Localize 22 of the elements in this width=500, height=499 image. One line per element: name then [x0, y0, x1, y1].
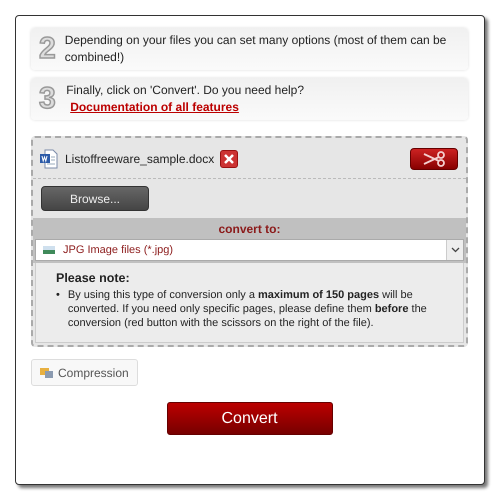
convert-button[interactable]: Convert	[166, 402, 332, 435]
file-name: Listoffreeware_sample.docx	[65, 152, 214, 166]
compression-button[interactable]: Compression	[31, 359, 138, 386]
scissors-button[interactable]	[410, 148, 458, 170]
word-document-icon	[39, 149, 59, 169]
step-text: Depending on your files you can set many options (most of them can be combined!)	[64, 32, 448, 66]
documentation-link[interactable]: Documentation of all features	[70, 100, 239, 114]
browse-button[interactable]: Browse...	[41, 186, 149, 211]
remove-file-button[interactable]	[220, 150, 238, 168]
note-text: By using this type of conversion only a maximum of 150 pages will be converted. If you need only specific pages, please define them before the conversion (red button with the scissors on the right of the file).	[68, 288, 428, 330]
chevron-down-icon	[450, 247, 460, 253]
format-dropdown[interactable]: JPG Image files (*.jpg)	[35, 239, 464, 261]
bullet: •	[56, 288, 60, 303]
compress-icon	[40, 367, 53, 378]
close-icon	[223, 153, 236, 165]
scissors-icon	[421, 151, 447, 167]
step-number: 2	[39, 34, 57, 64]
step-text: Finally, click on 'Convert'. Do you need help? Documentation of all features	[66, 82, 306, 116]
image-file-icon	[43, 246, 55, 254]
convert-to-label: convert to:	[217, 222, 282, 236]
note-title: Please note:	[56, 271, 131, 285]
step-number: 3	[39, 84, 57, 114]
